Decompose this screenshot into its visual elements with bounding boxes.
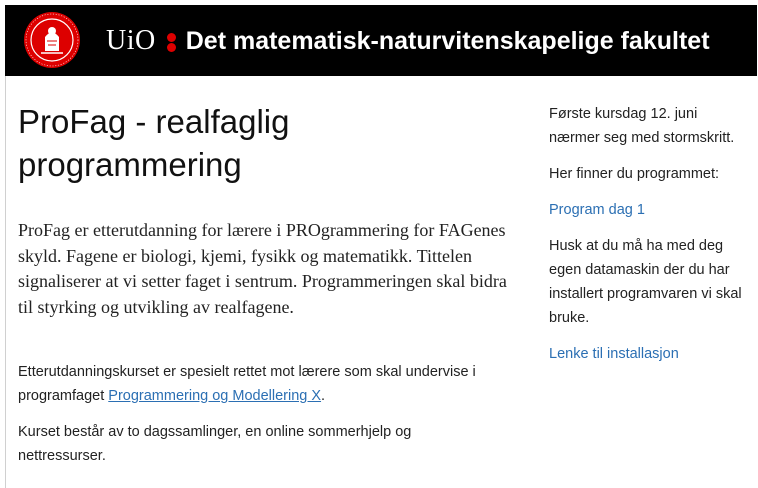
header-brand[interactable]: UiO Det matematisk-naturvitenskapelige f…: [106, 25, 710, 57]
course-structure-paragraph: Kurset består av to dagssamlinger, en on…: [18, 424, 412, 464]
programfag-link[interactable]: Programmering og Modellering X: [108, 388, 321, 404]
course-target-paragraph: Etterutdanningskurset er spesielt rettet…: [18, 360, 518, 408]
page-title: ProFag - realfaglig programmering: [18, 103, 290, 183]
program-day1-link[interactable]: Program dag 1: [549, 202, 645, 218]
intro-paragraph: ProFag er etterutdanning for lærere i PR…: [18, 220, 507, 317]
main-content: ProFag - realfaglig programmering ProFag…: [18, 100, 518, 468]
uio-wordmark: UiO: [106, 25, 156, 56]
faculty-name: Det matematisk-naturvitenskapelige fakul…: [185, 26, 710, 55]
sidebar: Første kursdag 12. juni nærmer seg med s…: [549, 102, 744, 366]
brand-colon-icon: [165, 28, 177, 54]
sidebar-program-intro: Her finner du programmet:: [549, 166, 720, 182]
sidebar-laptop-note: Husk at du må ha med deg egen datamaskin…: [549, 238, 742, 326]
installation-link[interactable]: Lenke til installasjon: [549, 346, 679, 362]
site-header: UiO Det matematisk-naturvitenskapelige f…: [5, 5, 757, 76]
uio-seal-logo[interactable]: [23, 11, 81, 69]
course-target-end: .: [321, 388, 326, 404]
sidebar-announcement: Første kursdag 12. juni nærmer seg med s…: [549, 106, 735, 146]
content-left-border: [5, 76, 6, 488]
